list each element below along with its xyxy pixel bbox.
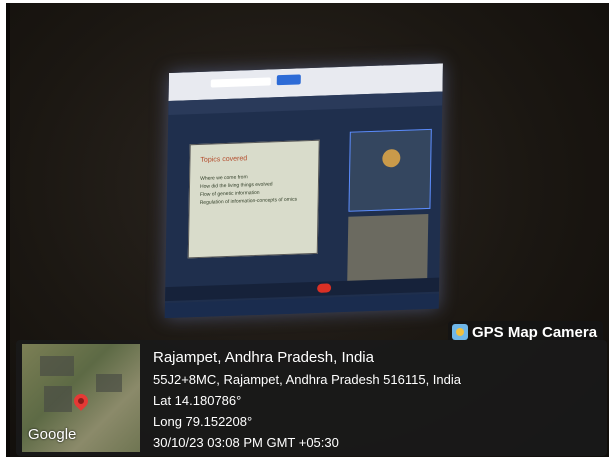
google-logo: Google (28, 426, 77, 443)
projected-screen: Topics covered Where we come from How di… (164, 63, 443, 319)
location-details: Rajampet, Andhra Pradesh, India 55J2+8MC… (153, 348, 461, 453)
address-bar (210, 77, 271, 88)
datetime-line: 30/10/23 03:08 PM GMT +05:30 (153, 435, 339, 450)
gps-app-name: GPS Map Camera (472, 323, 598, 341)
location-info-panel: Google Rajampet, Andhra Pradesh, India 5… (16, 340, 607, 456)
presentation-slide: Topics covered Where we come from How di… (187, 139, 320, 259)
map-building (40, 356, 74, 376)
longitude-line: Long 79.152208° (153, 414, 253, 429)
photo-frame-edge (6, 3, 10, 457)
location-pin-icon (71, 391, 91, 411)
map-building (96, 374, 122, 392)
camera-app-icon (452, 324, 468, 340)
address-line: 55J2+8MC, Rajampet, Andhra Pradesh 51611… (153, 372, 461, 387)
location-title: Rajampet, Andhra Pradesh, India (153, 349, 374, 366)
latitude-line: Lat 14.180786° (153, 393, 242, 408)
slide-title: Topics covered (200, 155, 248, 164)
map-building (44, 386, 72, 412)
participant-avatar (382, 148, 401, 168)
satellite-minimap: Google (22, 344, 140, 452)
end-call-icon (317, 283, 332, 293)
participant-tile (348, 128, 432, 212)
slide-bullets: Where we come from How did the living th… (200, 172, 298, 207)
participant-video-tile (347, 213, 429, 287)
stop-sharing-button (276, 74, 301, 86)
